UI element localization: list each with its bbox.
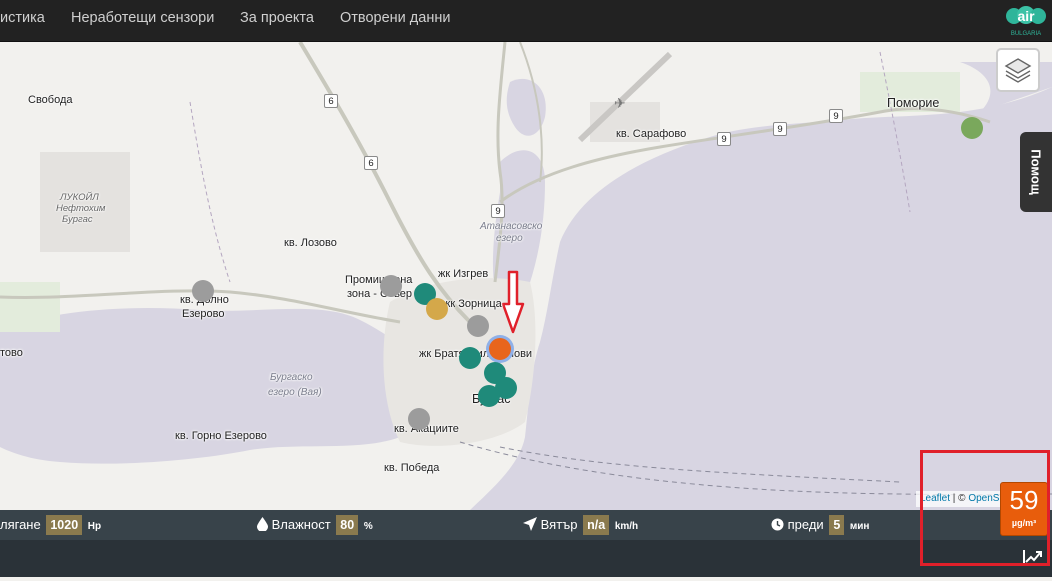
map-view[interactable]: ✈ Поморие Свобода кв. Сарафово кв. Лозов…: [0, 42, 1052, 510]
sensor-marker-offline[interactable]: [192, 280, 214, 302]
wind-label: Вятър: [540, 517, 578, 532]
wind-value: n/a: [583, 515, 610, 535]
place-izgrev: жк Изгрев: [438, 268, 489, 280]
place-pobeda: кв. Победа: [384, 462, 440, 474]
weather-info-bar: лягане 1020 Hp Влажност 80 % Вятър n/a k…: [0, 510, 1052, 540]
place-zornitsa: жк Зорница: [443, 298, 502, 310]
place-svoboda: Свобода: [28, 94, 73, 106]
wind-info: Вятър n/a km/h: [523, 510, 638, 540]
place-promishlena: Промишлена: [345, 274, 413, 286]
road-shield: 9: [829, 109, 843, 123]
water-atanasovsko-1: Атанасовско: [480, 221, 543, 232]
nav-item-broken-sensors[interactable]: Неработещи сензори: [71, 0, 214, 36]
place-sarafovo: кв. Сарафово: [616, 128, 687, 140]
sensor-marker-offline[interactable]: [467, 315, 489, 337]
poi-lukoil-2: Нефтохим: [56, 203, 106, 214]
humidity-unit: %: [363, 521, 373, 532]
road-shield: 6: [324, 94, 338, 108]
sensor-marker-offline[interactable]: [408, 408, 430, 430]
time-unit: мин: [849, 521, 870, 532]
time-info: преди 5 мин: [771, 510, 869, 540]
poi-lukoil-3: Бургас: [62, 214, 93, 225]
trend-chart-icon: [1023, 550, 1042, 566]
air-bulgaria-logo[interactable]: air BULGARIA: [1004, 2, 1048, 38]
time-value: 5: [829, 515, 845, 535]
time-label: преди: [787, 517, 824, 532]
sensor-marker-good[interactable]: [478, 385, 500, 407]
clock-icon: [771, 518, 784, 531]
road-shield: 6: [364, 156, 378, 170]
map-base: ✈: [0, 42, 1052, 510]
place-gorno-ezerovo: кв. Горно Езерово: [175, 430, 267, 442]
sensor-marker-moderate[interactable]: [426, 298, 448, 320]
sensor-marker-good[interactable]: [459, 347, 481, 369]
road-shield: 9: [717, 132, 731, 146]
aqi-unit: µg/m³: [1011, 518, 1037, 528]
pressure-value: 1020: [46, 515, 83, 535]
water-atanasovsko-2: езеро: [496, 233, 523, 244]
pressure-unit: Hp: [87, 521, 102, 532]
water-burgasko-1: Бургаско: [270, 372, 313, 383]
place-zona-sever: зона - Север: [347, 288, 413, 300]
sensor-marker-pomorie[interactable]: [961, 117, 983, 139]
nav-item-about[interactable]: За проекта: [240, 0, 314, 36]
logo-text: air: [1017, 8, 1035, 24]
aqi-badge[interactable]: 59 µg/m³: [1000, 482, 1048, 536]
aqi-value: 59: [1009, 485, 1039, 515]
wind-direction-icon: [523, 517, 537, 531]
nav-item-statistics[interactable]: истика: [0, 0, 45, 36]
layers-control[interactable]: [996, 48, 1040, 92]
map-attribution: Leaflet | © OpenS: [916, 491, 1004, 507]
humidity-label: Влажност: [271, 517, 331, 532]
place-vetren: тово: [0, 347, 23, 359]
place-lozovo: кв. Лозово: [284, 237, 337, 249]
nav-item-open-data[interactable]: Отворени данни: [340, 0, 450, 36]
road-shield: 9: [773, 122, 787, 136]
attribution-separator: | ©: [950, 493, 969, 504]
place-dolno-ezerovo-2: Езерово: [182, 308, 225, 320]
place-pomorie: Поморие: [887, 96, 940, 110]
leaflet-link[interactable]: Leaflet: [920, 493, 950, 504]
humidity-value: 80: [336, 515, 359, 535]
help-label: Помощ: [1028, 149, 1044, 195]
droplet-icon: [257, 517, 268, 532]
navbar: истика Неработещи сензори За проекта Отв…: [0, 0, 1052, 42]
water-burgasko-2: езеро (Вая): [268, 387, 322, 398]
wind-unit: km/h: [614, 521, 639, 532]
logo-subtext: BULGARIA: [1011, 31, 1041, 37]
pressure-info: лягане 1020 Hp: [0, 510, 101, 540]
pressure-label: лягане: [0, 517, 41, 532]
road-shield: 9: [491, 204, 505, 218]
bottom-bar: [0, 540, 1052, 577]
poi-lukoil-1: ЛУКОЙЛ: [60, 192, 99, 203]
chart-button[interactable]: [1022, 547, 1044, 567]
help-tab[interactable]: Помощ: [1020, 132, 1052, 212]
sensor-marker-selected[interactable]: [489, 338, 511, 360]
layers-icon: [1004, 58, 1032, 83]
humidity-info: Влажност 80 %: [257, 510, 373, 540]
svg-text:✈: ✈: [614, 96, 626, 112]
osm-link[interactable]: OpenS: [968, 493, 999, 504]
sensor-marker-offline[interactable]: [380, 275, 402, 297]
